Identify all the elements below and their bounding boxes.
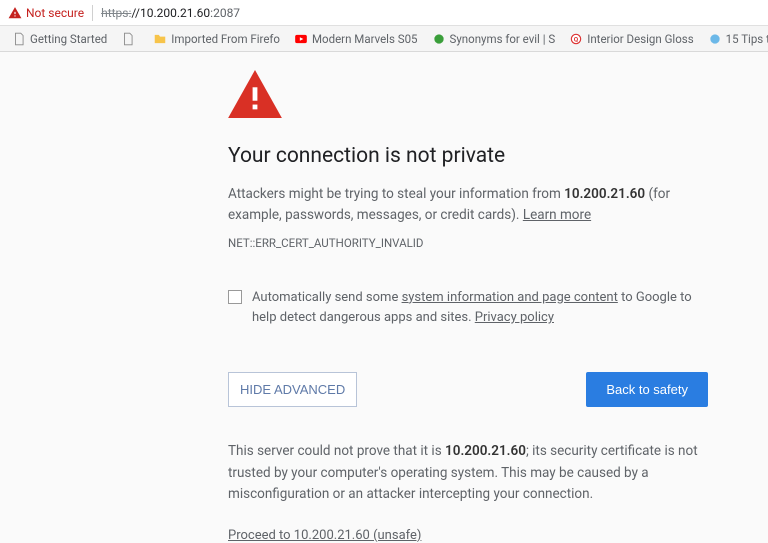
bookmark-label: Getting Started bbox=[30, 32, 107, 46]
adv-pre: This server could not prove that it is bbox=[228, 443, 445, 459]
bookmark-item[interactable]: 15 Tips to Set Up a T bbox=[702, 30, 768, 48]
youtube-icon bbox=[294, 32, 308, 46]
bookmark-label: Imported From Firefo bbox=[171, 32, 280, 46]
advanced-explanation: This server could not prove that it is 1… bbox=[228, 441, 708, 506]
q-icon: Q bbox=[569, 32, 583, 46]
bookmark-label: Synonyms for evil | S bbox=[450, 32, 556, 46]
desc-pre: Attackers might be trying to steal your … bbox=[228, 186, 564, 202]
bookmark-item[interactable]: Imported From Firefo bbox=[147, 30, 286, 48]
bookmark-item[interactable] bbox=[115, 30, 145, 48]
learn-more-link[interactable]: Learn more bbox=[523, 207, 591, 223]
bookmark-item[interactable]: Modern Marvels S05 bbox=[288, 30, 424, 48]
blue-circle-icon bbox=[708, 32, 722, 46]
proceed-link[interactable]: Proceed to 10.200.21.60 (unsafe) bbox=[228, 528, 421, 543]
bookmark-label: 15 Tips to Set Up a T bbox=[726, 32, 768, 46]
page-icon bbox=[12, 32, 26, 46]
bookmark-item[interactable]: Synonyms for evil | S bbox=[426, 30, 562, 48]
opt-in-text: Automatically send some system informati… bbox=[252, 288, 708, 328]
opt-in-row: Automatically send some system informati… bbox=[228, 288, 708, 328]
svg-text:Q: Q bbox=[574, 35, 579, 43]
adv-host: 10.200.21.60 bbox=[445, 443, 526, 459]
error-code: NET::ERR_CERT_AUTHORITY_INVALID bbox=[228, 236, 738, 250]
privacy-policy-link[interactable]: Privacy policy bbox=[475, 310, 554, 325]
advanced-button[interactable]: HIDE ADVANCED bbox=[228, 372, 357, 407]
bookmarks-bar: Getting Started Imported From Firefo Mod… bbox=[0, 26, 768, 52]
opt-in-checkbox[interactable] bbox=[228, 290, 242, 304]
divider bbox=[92, 5, 93, 21]
system-info-link[interactable]: system information and page content bbox=[402, 290, 618, 305]
url-host: //10.200.21.60 bbox=[131, 6, 210, 20]
url-scheme: https: bbox=[101, 6, 131, 20]
back-to-safety-button[interactable]: Back to safety bbox=[586, 372, 708, 407]
address-bar: Not secure https://10.200.21.60:2087 bbox=[0, 0, 768, 26]
bookmark-label: Modern Marvels S05 bbox=[312, 32, 418, 46]
interstitial-content: Your connection is not private Attackers… bbox=[0, 52, 738, 543]
green-dot-icon bbox=[432, 32, 446, 46]
bookmark-item[interactable]: Getting Started bbox=[6, 30, 113, 48]
desc-host: 10.200.21.60 bbox=[564, 186, 645, 202]
warning-triangle-icon bbox=[8, 6, 22, 20]
page-blank-icon bbox=[121, 32, 135, 46]
bookmark-item[interactable]: Q Interior Design Gloss bbox=[563, 30, 699, 48]
security-indicator[interactable]: Not secure bbox=[8, 6, 84, 20]
bookmark-label: Interior Design Gloss bbox=[587, 32, 693, 46]
url-port: :2087 bbox=[210, 6, 240, 20]
description: Attackers might be trying to steal your … bbox=[228, 184, 708, 226]
opt-pre: Automatically send some bbox=[252, 290, 402, 305]
warning-triangle-icon bbox=[228, 70, 738, 122]
security-label: Not secure bbox=[26, 6, 84, 20]
button-row: HIDE ADVANCED Back to safety bbox=[228, 372, 708, 407]
url-display[interactable]: https://10.200.21.60:2087 bbox=[101, 6, 240, 20]
folder-icon bbox=[153, 32, 167, 46]
page-title: Your connection is not private bbox=[228, 144, 738, 168]
